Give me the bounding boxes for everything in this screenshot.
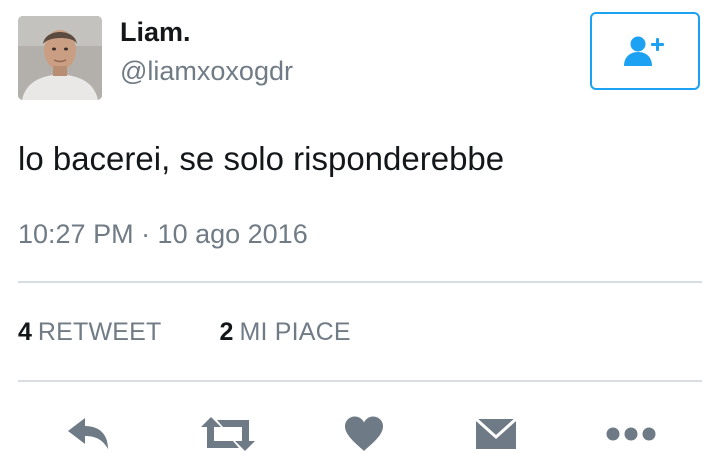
action-bar	[0, 404, 715, 464]
add-user-icon	[624, 36, 664, 66]
like-button[interactable]	[336, 404, 392, 464]
like-count: 2	[219, 318, 234, 346]
retweet-count: 4	[18, 318, 32, 346]
divider	[18, 380, 702, 382]
heart-icon	[345, 416, 383, 451]
more-button[interactable]	[600, 404, 662, 464]
like-label: MI PIACE	[239, 318, 351, 346]
follow-button[interactable]	[590, 12, 700, 90]
like-stat[interactable]: 2 MI PIACE	[220, 314, 351, 350]
reply-button[interactable]	[56, 404, 120, 464]
tweet-timestamp[interactable]: 10:27 PM · 10 ago 2016	[18, 216, 308, 252]
avatar-photo	[18, 16, 102, 100]
divider	[18, 281, 702, 283]
retweet-stat[interactable]: 4 RETWEET	[18, 314, 162, 350]
retweet-button[interactable]	[192, 404, 264, 464]
reply-icon	[68, 418, 108, 449]
avatar[interactable]	[18, 16, 102, 100]
tweet-card: Liam. @liamxoxogdr lo bacerei, se solo r…	[0, 0, 715, 476]
retweet-icon	[201, 417, 255, 451]
display-name[interactable]: Liam.	[120, 14, 191, 50]
retweet-label: RETWEET	[37, 318, 162, 346]
direct-message-button[interactable]	[466, 404, 526, 464]
user-handle[interactable]: @liamxoxogdr	[120, 54, 293, 88]
tweet-text: lo bacerei, se solo risponderebbe	[18, 140, 505, 177]
envelope-icon	[475, 417, 517, 449]
more-dots-icon	[606, 427, 656, 441]
tweet-stats: 4 RETWEET 2 MI PIACE	[18, 314, 351, 350]
